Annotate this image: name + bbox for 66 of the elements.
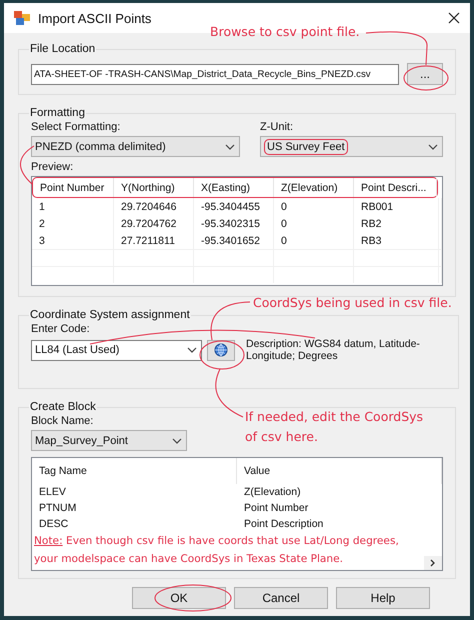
table-cell-text: Point Description xyxy=(243,517,324,532)
close-icon[interactable] xyxy=(448,12,460,24)
highlight-ellipse xyxy=(200,340,244,370)
group-label: Formatting xyxy=(29,107,86,119)
highlight-ellipse xyxy=(404,66,448,90)
app-icon xyxy=(14,11,30,25)
table-cell: RB3 xyxy=(354,232,439,249)
field-label: Enter Code: xyxy=(31,323,90,335)
table-cell: 0 xyxy=(274,232,354,249)
table-cell: 0 xyxy=(274,198,354,215)
column-header[interactable]: Point Number xyxy=(33,178,114,197)
table-cell: 3 xyxy=(32,232,114,249)
table-cell: -95.3401652 xyxy=(194,232,274,249)
file-path-field[interactable]: ATA-SHEET-OF -TRASH-CANS\Map_District_Data_Recycle_Bins_PNEZD.csv xyxy=(31,64,399,84)
z-unit-dropdown[interactable]: US Survey Feet xyxy=(260,136,443,157)
column-header[interactable]: Point Descri... xyxy=(354,178,437,197)
format-dropdown[interactable]: PNEZD (comma delimited) xyxy=(31,136,240,157)
chevron-down-icon xyxy=(187,347,197,353)
code-dropdown[interactable]: LL84 (Last Used) xyxy=(31,340,202,360)
group-label: Create Block xyxy=(29,401,97,413)
block-name-dropdown[interactable]: Map_Survey_Point xyxy=(31,430,187,451)
group-label: Coordinate System assignment xyxy=(29,309,191,321)
scroll-right-button[interactable] xyxy=(424,556,442,570)
column-header[interactable]: Tag Name xyxy=(32,458,237,484)
table-cell-text: ELEV xyxy=(38,485,67,500)
table-cell: 2 xyxy=(32,215,114,232)
table-cell-text: Point Number xyxy=(243,501,310,516)
globe-icon xyxy=(214,343,228,357)
annotation-note: Note: Even though csv file is have coords that use Lat/Long degrees, your modelspace can have CoordSys in Texas State Plane. xyxy=(34,534,400,567)
table-cell: 29.7204762 xyxy=(114,215,194,232)
table-cell-text: PTNUM xyxy=(38,501,78,516)
table-cell: 29.7204646 xyxy=(114,198,194,215)
field-label: Preview: xyxy=(31,161,74,173)
globe-button[interactable] xyxy=(207,340,235,360)
dialog-button[interactable]: OK xyxy=(132,587,226,609)
table-cell: RB2 xyxy=(354,215,439,232)
table-cell: 1 xyxy=(32,198,114,215)
chevron-down-icon xyxy=(172,438,182,444)
chevron-down-icon xyxy=(225,144,235,150)
table-cell: 27.7211811 xyxy=(114,232,194,249)
table-cell-text: Z(Elevation) xyxy=(243,485,302,500)
column-header[interactable]: Z(Elevation) xyxy=(274,178,354,197)
annotation-text: Browse to csv point file. xyxy=(210,23,360,41)
chevron-down-icon xyxy=(428,144,438,150)
description-text: Description: WGS84 datum, Latitude-Longitude; Degrees xyxy=(246,338,421,362)
browse-button[interactable]: ... xyxy=(407,63,443,85)
field-label: Block Name: xyxy=(31,415,94,427)
column-header[interactable]: X(Easting) xyxy=(194,178,274,197)
table-cell: RB001 xyxy=(354,198,439,215)
group-label: File Location xyxy=(29,43,96,55)
annotation-text: CoordSys being used in csv file. xyxy=(253,294,452,312)
table-cell: -95.3404455 xyxy=(194,198,274,215)
annotation-text: If needed, edit the CoordSys of csv here. xyxy=(245,408,424,446)
scroll-right-icon[interactable] xyxy=(430,559,436,567)
leader-line xyxy=(366,31,428,66)
leader-line xyxy=(215,368,244,418)
dialog-button[interactable]: Help xyxy=(336,587,430,609)
window-title: Import ASCII Points xyxy=(38,10,152,26)
column-header[interactable]: Value xyxy=(237,458,442,484)
field-label: Select Formatting: xyxy=(31,121,122,133)
field-label: Z-Unit: xyxy=(260,121,294,133)
table-cell: 0 xyxy=(274,215,354,232)
table-cell: -95.3402315 xyxy=(194,215,274,232)
dialog-button[interactable]: Cancel xyxy=(234,587,328,609)
column-header[interactable]: Y(Northing) xyxy=(114,178,194,197)
table-cell-text: DESC xyxy=(38,517,70,532)
